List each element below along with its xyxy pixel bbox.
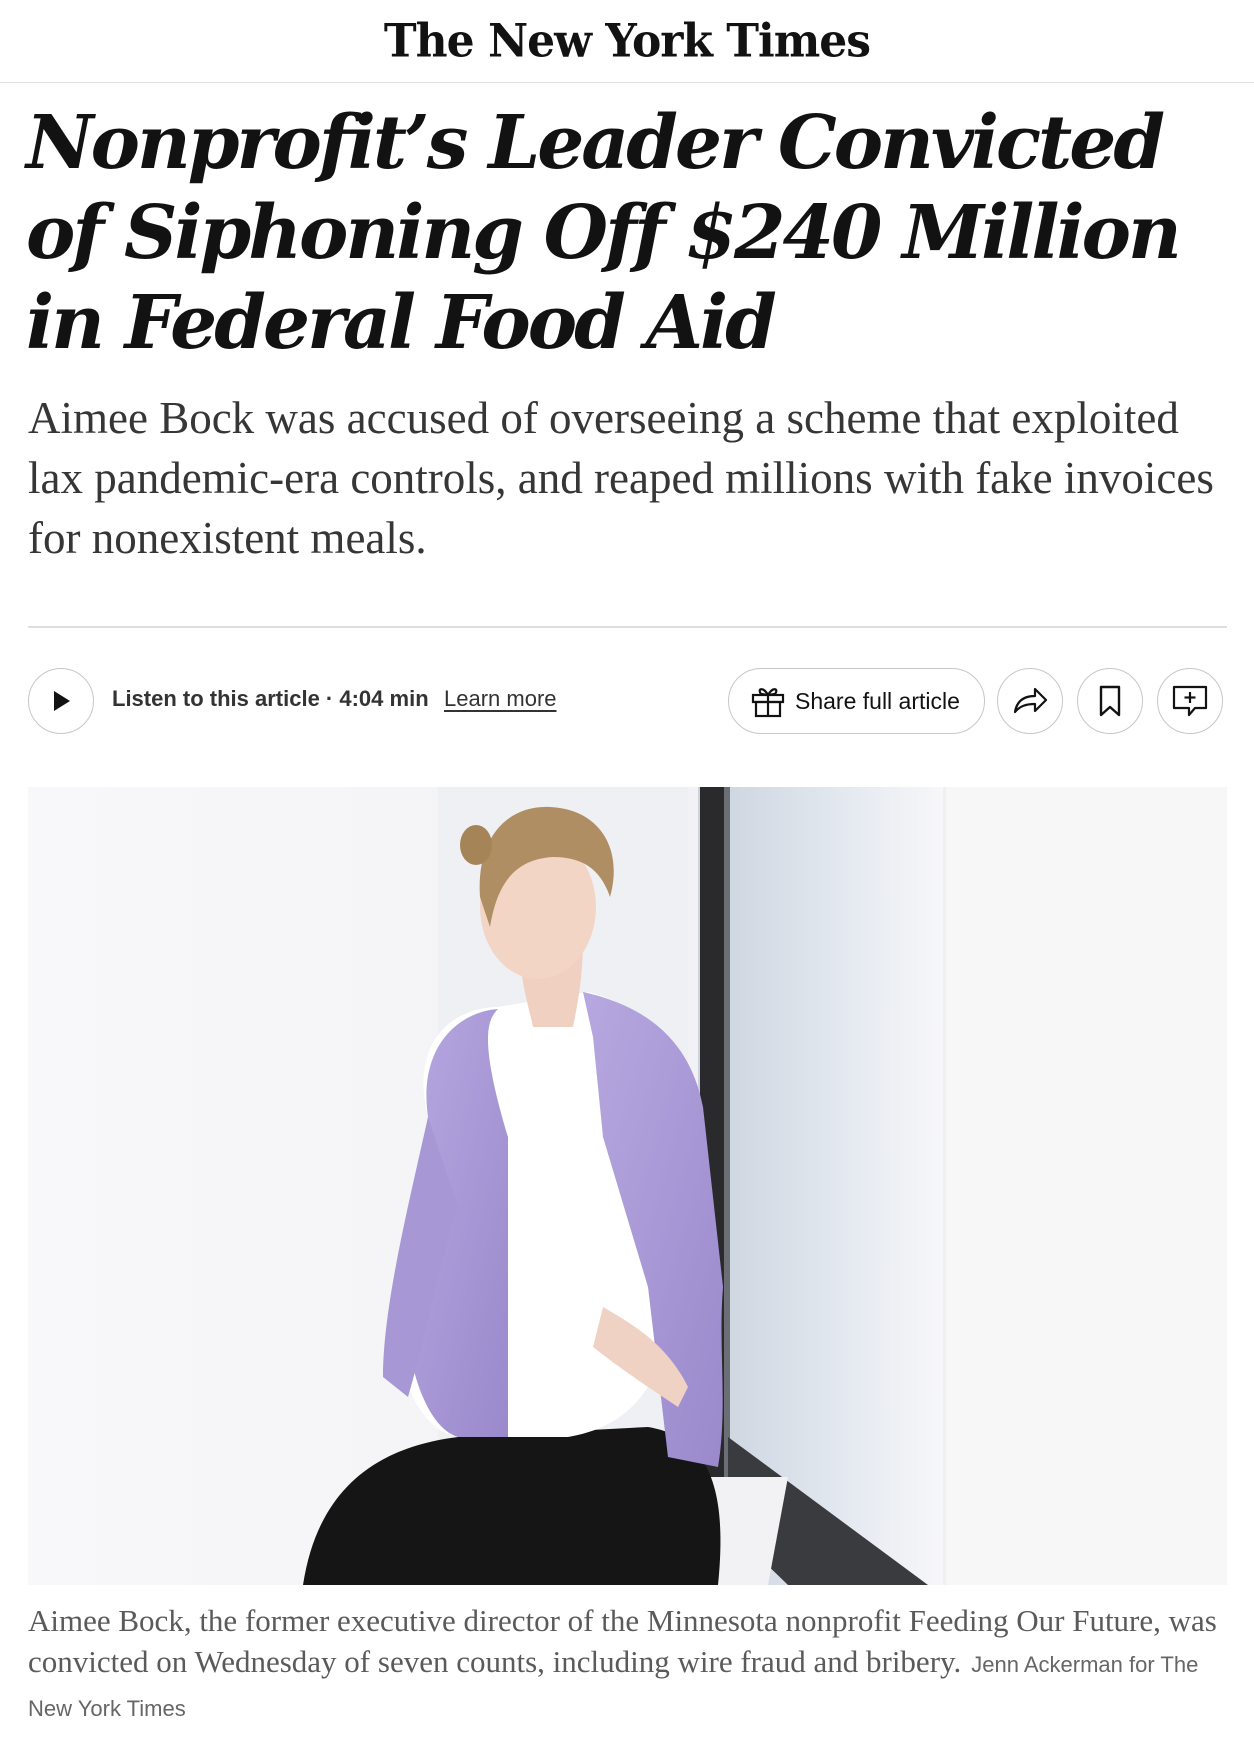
article-summary: Aimee Bock was accused of overseeing a s… — [28, 393, 1214, 563]
save-button[interactable] — [1077, 668, 1143, 734]
play-button[interactable] — [28, 668, 94, 734]
article-toolbar: Listen to this article · 4:04 min Learn … — [0, 667, 1254, 735]
bookmark-icon — [1099, 685, 1121, 717]
share-arrow-icon — [1013, 687, 1048, 714]
listen-label: Listen to this article · 4:04 min — [112, 686, 429, 711]
comments-button[interactable] — [1157, 668, 1223, 734]
article-headline: Nonprofit’s Leader Convicted of Siphonin… — [26, 100, 1182, 366]
play-icon — [54, 691, 70, 711]
photo-illustration — [28, 787, 1227, 1585]
comment-icon — [1172, 685, 1208, 717]
photo-caption: Aimee Bock, the former executive directo… — [28, 1600, 1218, 1729]
gift-icon — [751, 688, 785, 718]
share-full-article-label: Share full article — [795, 687, 960, 714]
masthead: The New York Times — [0, 0, 1254, 83]
learn-more-link[interactable]: Learn more — [444, 686, 557, 712]
divider — [28, 626, 1227, 628]
nyt-logo[interactable]: The New York Times — [384, 14, 871, 68]
share-button[interactable] — [997, 668, 1063, 734]
share-full-article-button[interactable]: Share full article — [728, 668, 985, 734]
article-photo[interactable] — [28, 787, 1227, 1585]
